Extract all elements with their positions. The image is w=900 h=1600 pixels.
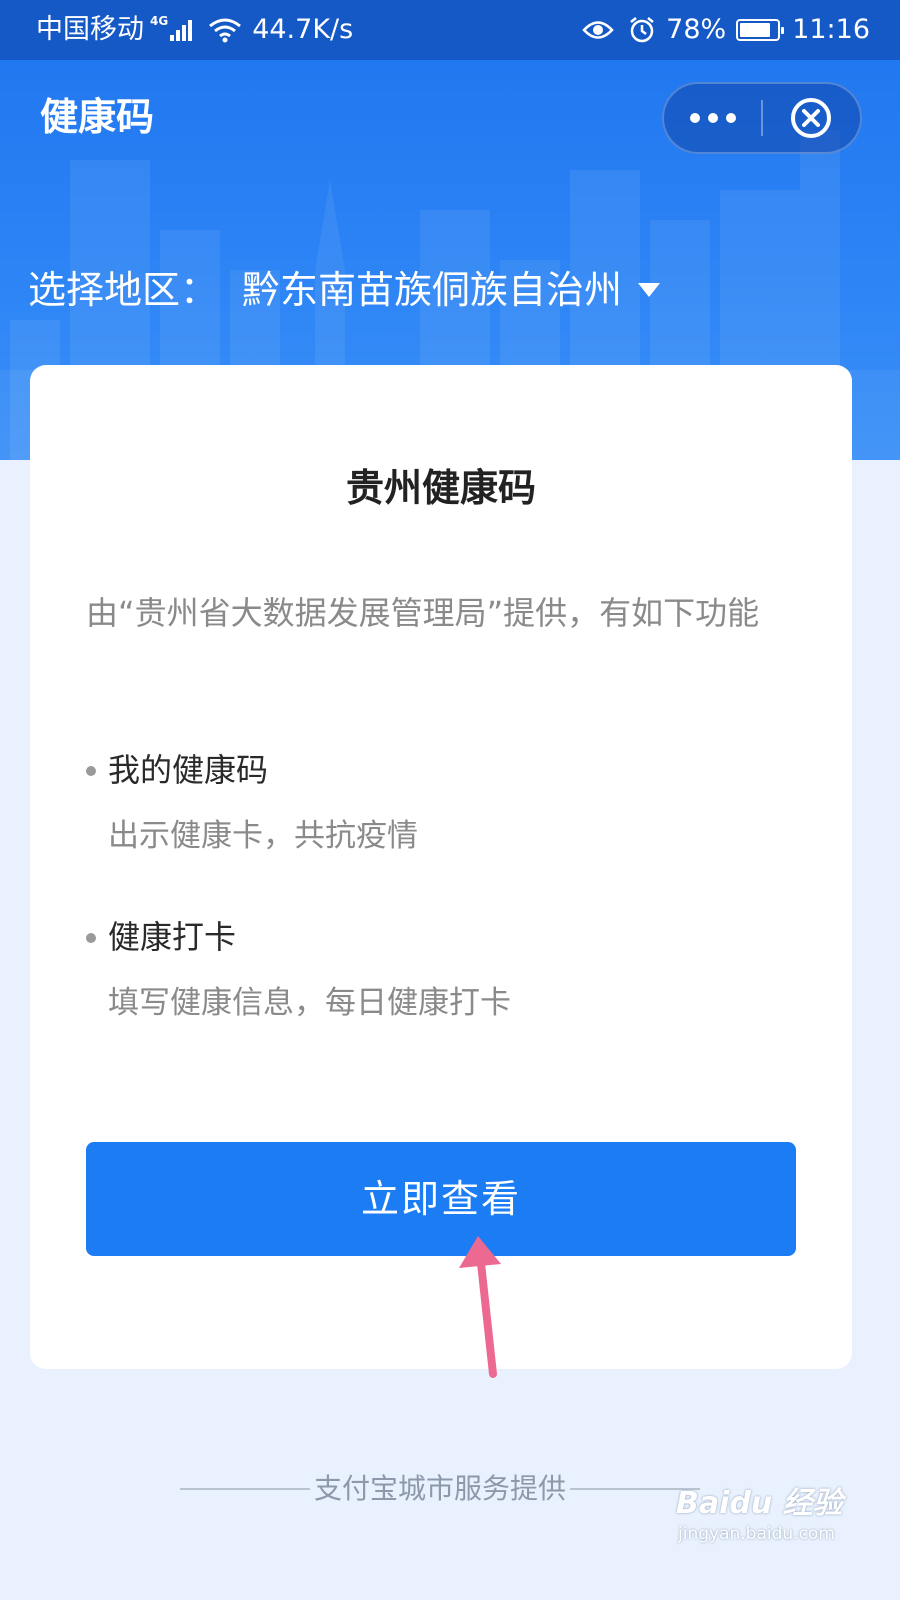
wifi-icon (208, 17, 242, 43)
footer-text: 支付宝城市服务提供 (314, 1472, 567, 1505)
feature-name: 健康打卡 (108, 918, 237, 956)
battery-icon (736, 19, 785, 41)
watermark-logo: Baidu 经验 jingyan.baidu.com (676, 1478, 856, 1568)
more-dots-icon (689, 113, 736, 123)
more-menu-button[interactable] (664, 84, 761, 152)
feature-name: 我的健康码 (108, 751, 269, 789)
footer-credit: 支付宝城市服务提供 (180, 1466, 701, 1512)
caret-down-icon (638, 283, 661, 297)
network-type-label: 4G (150, 14, 169, 28)
alarm-clock-icon (628, 16, 656, 44)
miniapp-capsule (662, 82, 862, 154)
close-miniapp-button[interactable] (763, 84, 860, 152)
footer-divider-left (180, 1488, 310, 1490)
bullet-icon (86, 933, 96, 943)
region-label: 选择地区： (28, 268, 219, 312)
page-title: 健康码 (40, 95, 155, 139)
watermark-site: jingyan.baidu.com (678, 1524, 835, 1544)
view-now-button[interactable]: 立即查看 (86, 1142, 796, 1256)
feature-description: 填写健康信息，每日健康打卡 (108, 985, 511, 1021)
watermark-brand: Baidu 经验 (676, 1486, 843, 1521)
signal-icon (170, 19, 194, 41)
network-speed-label: 44.7K/s (252, 14, 354, 45)
battery-percent-label: 78% (666, 14, 727, 45)
card-title: 贵州健康码 (345, 466, 536, 510)
region-selector[interactable]: 选择地区： 黔东南苗族侗族自治州 (28, 258, 661, 322)
service-intro: 由“贵州省大数据发展管理局”提供，有如下功能 (86, 594, 760, 632)
carrier-label: 中国移动 (36, 14, 144, 45)
region-value: 黔东南苗族侗族自治州 (242, 268, 623, 312)
status-bar: 中国移动 4G 44.7K/s 78% 11:16 (0, 0, 900, 60)
eye-icon (582, 19, 614, 41)
close-circle-icon (791, 98, 832, 138)
clock-label: 11:16 (792, 14, 870, 45)
feature-description: 出示健康卡，共抗疫情 (108, 818, 418, 854)
bullet-icon (86, 766, 96, 776)
annotation-arrow-icon (459, 1236, 501, 1378)
